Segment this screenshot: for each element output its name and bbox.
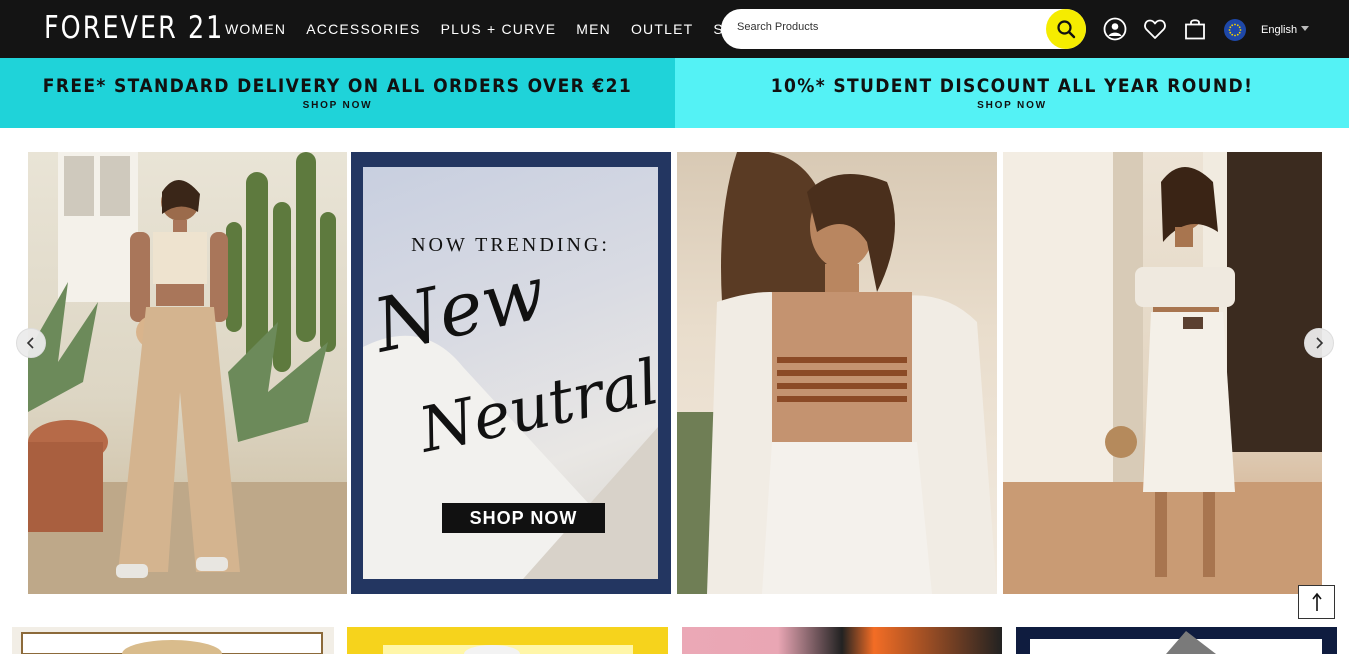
- nav-outlet[interactable]: OUTLET: [631, 21, 693, 37]
- nav-men[interactable]: MEN: [576, 21, 611, 37]
- script-line-new: New: [365, 267, 553, 370]
- wishlist-heart-icon[interactable]: [1143, 17, 1167, 41]
- shopping-bag-icon[interactable]: [1183, 17, 1207, 41]
- chevron-down-icon[interactable]: [1301, 26, 1309, 31]
- model-photo: [1003, 152, 1322, 594]
- search-icon: [1057, 20, 1076, 39]
- site-logo[interactable]: FOREVER 21: [44, 10, 224, 46]
- tile-image: [383, 645, 633, 654]
- search-button[interactable]: [1046, 9, 1086, 49]
- feature-panel: NOW TRENDING: New Neutrals SHOP NOW: [363, 167, 658, 579]
- eu-flag-icon[interactable]: [1224, 19, 1246, 41]
- carousel-slide-model-white-skirt[interactable]: [1003, 152, 1322, 594]
- category-tile-4[interactable]: [1016, 627, 1337, 654]
- site-header: FOREVER 21 WOMEN ACCESSORIES PLUS + CURV…: [0, 0, 1349, 58]
- promo-title: 10%* STUDENT DISCOUNT ALL YEAR ROUND!: [770, 75, 1254, 97]
- carousel-slide-new-neutrals[interactable]: NOW TRENDING: New Neutrals SHOP NOW: [351, 152, 671, 594]
- language-selector[interactable]: English: [1261, 24, 1297, 36]
- nav-accessories[interactable]: ACCESSORIES: [306, 21, 420, 37]
- category-tile-3[interactable]: [682, 627, 1002, 654]
- nav-plus-curve[interactable]: PLUS + CURVE: [441, 21, 557, 37]
- feature-kicker: NOW TRENDING:: [411, 234, 610, 256]
- model-photo: [677, 152, 997, 594]
- carousel-slide-model-linen-pants[interactable]: [28, 152, 347, 594]
- search-input[interactable]: [737, 21, 1037, 33]
- model-photo: [28, 152, 347, 594]
- chevron-right-icon: [1316, 337, 1324, 349]
- account-icon[interactable]: [1103, 17, 1127, 41]
- category-tile-1[interactable]: [12, 627, 334, 654]
- promo-title: FREE* STANDARD DELIVERY ON ALL ORDERS OV…: [42, 75, 633, 97]
- script-line-neutrals: Neutrals: [411, 338, 658, 467]
- chevron-left-icon: [26, 337, 34, 349]
- promo-free-delivery[interactable]: FREE* STANDARD DELIVERY ON ALL ORDERS OV…: [0, 58, 675, 128]
- carousel-slide-model-striped-bikini[interactable]: [677, 152, 997, 594]
- new-neutrals-script-lettering: New Neutrals: [365, 267, 658, 467]
- carousel-prev-button[interactable]: [16, 328, 46, 358]
- tile-image: [1030, 631, 1322, 654]
- category-tile-2[interactable]: [347, 627, 668, 654]
- promo-shop-now-link[interactable]: SHOP NOW: [0, 100, 675, 111]
- main-nav: WOMEN ACCESSORIES PLUS + CURVE MEN OUTLE…: [225, 21, 774, 37]
- nav-women[interactable]: WOMEN: [225, 21, 286, 37]
- promo-shop-now-link[interactable]: SHOP NOW: [675, 100, 1349, 111]
- shop-now-button[interactable]: SHOP NOW: [442, 503, 605, 533]
- back-to-top-button[interactable]: [1298, 585, 1335, 619]
- stars-icon: [1228, 23, 1242, 37]
- arrow-up-icon: [1311, 592, 1322, 611]
- tile-image: [21, 632, 323, 654]
- search-bar: [721, 9, 1086, 49]
- carousel-next-button[interactable]: [1304, 328, 1334, 358]
- promo-student-discount[interactable]: 10%* STUDENT DISCOUNT ALL YEAR ROUND! SH…: [675, 58, 1349, 128]
